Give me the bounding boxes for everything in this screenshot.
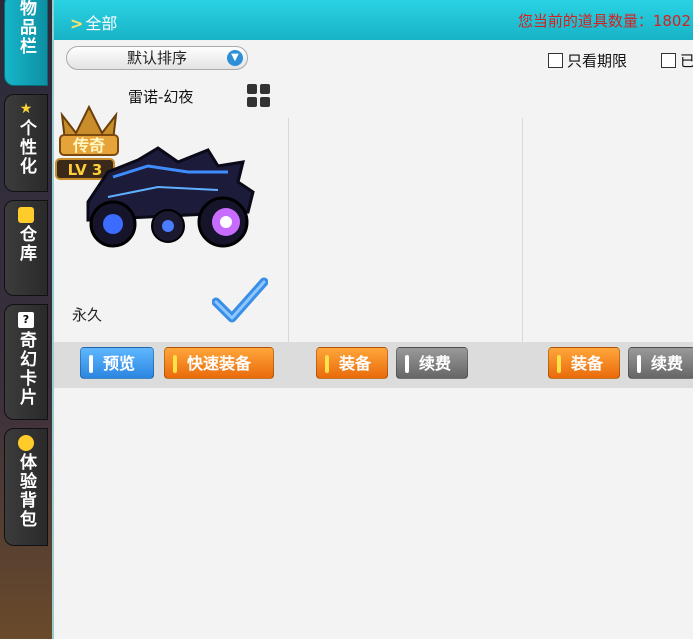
equipped-check-icon xyxy=(212,277,268,323)
inventory-panel: > 全部 您当前的道具数量：1802 默认排序 ▼ 只看期限 已 雷诺-幻夜 传奇… xyxy=(52,0,693,639)
item-count: 您当前的道具数量：1802 xyxy=(517,12,691,30)
exclamation-icon xyxy=(637,355,641,373)
equip-button[interactable]: 装备 xyxy=(316,347,388,379)
exclamation-icon xyxy=(557,355,561,373)
exclamation-icon xyxy=(325,355,329,373)
filter-second-label: 已 xyxy=(680,52,693,70)
sort-value: 默认排序 xyxy=(126,49,187,67)
tab-warehouse-label: 仓库 xyxy=(16,225,36,263)
filter-expiring-label: 只看期限 xyxy=(567,52,628,70)
renew-label: 续费 xyxy=(419,354,452,373)
grid-view-icon[interactable] xyxy=(247,84,271,108)
kart-image xyxy=(86,146,255,248)
tab-trial-bag[interactable]: 体验背包 xyxy=(4,428,48,546)
house-icon xyxy=(18,207,34,223)
tab-warehouse[interactable]: 仓库 xyxy=(4,200,48,296)
quick-equip-label: 快速装备 xyxy=(187,354,252,373)
renew-button[interactable]: 续费 xyxy=(628,347,693,379)
sort-dropdown[interactable]: 默认排序 ▼ xyxy=(66,46,248,70)
preview-label: 预览 xyxy=(103,354,136,373)
top-bar: > 全部 您当前的道具数量：1802 xyxy=(54,0,693,40)
card-icon: ? xyxy=(17,311,35,329)
filter-second-checkbox[interactable]: 已 xyxy=(661,50,693,71)
checkbox-box[interactable] xyxy=(661,53,676,68)
tab-personalize-label: 个性化 xyxy=(16,119,36,176)
exclamation-icon xyxy=(89,355,93,373)
tab-personalize[interactable]: ★ 个性化 xyxy=(4,94,48,192)
filter-expiring-checkbox[interactable]: 只看期限 xyxy=(548,50,627,71)
renew-label: 续费 xyxy=(651,354,684,373)
chevron-right-icon: > xyxy=(70,14,84,33)
breadcrumb-label: 全部 xyxy=(85,14,118,33)
tab-trial-bag-label: 体验背包 xyxy=(16,453,36,529)
item-duration: 永久 xyxy=(72,306,103,324)
quick-equip-button[interactable]: 快速装备 xyxy=(164,347,274,379)
renew-button[interactable]: 续费 xyxy=(396,347,468,379)
chevron-down-icon: ▼ xyxy=(227,50,243,66)
star-icon: ★ xyxy=(19,101,33,117)
tab-fantasy-cards[interactable]: ? 奇幻卡片 xyxy=(4,304,48,420)
checkbox-box[interactable] xyxy=(548,53,563,68)
tab-inventory-label: 物品栏 xyxy=(16,0,36,56)
preview-button[interactable]: 预览 xyxy=(80,347,154,379)
bag-icon xyxy=(18,435,34,451)
tab-inventory[interactable]: 物品栏 xyxy=(4,0,48,86)
equip-label: 装备 xyxy=(571,354,604,373)
breadcrumb[interactable]: > 全部 xyxy=(70,10,117,34)
equip-button[interactable]: 装备 xyxy=(548,347,620,379)
exclamation-icon xyxy=(405,355,409,373)
tab-fantasy-cards-label: 奇幻卡片 xyxy=(16,331,36,407)
item-name: 雷诺-幻夜 xyxy=(128,88,194,106)
exclamation-icon xyxy=(173,355,177,373)
equip-label: 装备 xyxy=(339,354,372,373)
